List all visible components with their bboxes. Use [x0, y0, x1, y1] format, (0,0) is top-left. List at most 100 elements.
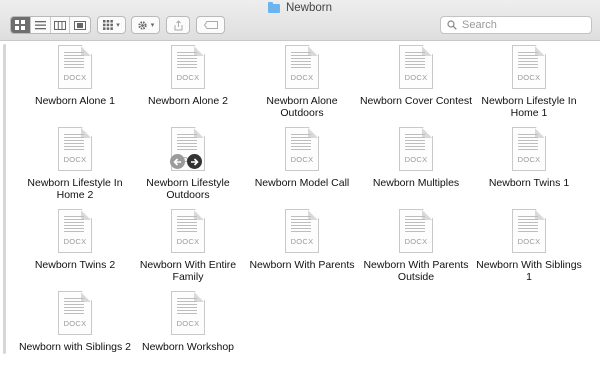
file-extension-label: DOCX [63, 73, 87, 82]
text-lines [64, 298, 84, 314]
columns-icon [53, 20, 66, 30]
file-name: Newborn Alone Outdoors [266, 95, 338, 119]
docx-file-icon: DOCX [285, 127, 319, 171]
docx-file-icon: DOCX [58, 291, 92, 335]
file-item[interactable]: DOCX Newborn Workshop [131, 291, 245, 353]
file-item[interactable]: DOCX Newborn Twins 2 [18, 209, 132, 271]
scrollbar[interactable] [3, 44, 6, 354]
text-lines [291, 134, 311, 150]
action-button[interactable]: ▾ [131, 16, 160, 34]
previous-page-button[interactable] [170, 154, 185, 169]
tag-icon [203, 21, 218, 29]
group-by-button[interactable]: ▾ [97, 16, 126, 34]
file-item[interactable]: DOCX Newborn With Entire Family [131, 209, 245, 283]
text-lines [177, 216, 197, 232]
icon-view-button[interactable] [11, 17, 31, 33]
gallery-view-button[interactable] [70, 17, 90, 33]
text-lines [405, 52, 425, 68]
text-lines [177, 52, 197, 68]
file-item[interactable]: DOCX Newborn Alone 2 [131, 45, 245, 107]
file-extension-label: DOCX [290, 155, 314, 164]
file-name: Newborn Lifestyle Outdoors [146, 177, 230, 201]
view-mode-control [10, 16, 91, 34]
share-icon [174, 19, 182, 30]
window-title-text: Newborn [285, 2, 333, 14]
docx-file-icon: DOCX [512, 45, 546, 89]
file-item[interactable]: DOCX Newborn Multiples [359, 127, 473, 189]
text-lines [518, 216, 538, 232]
docx-file-icon: DOCX [58, 45, 92, 89]
file-extension-label: DOCX [517, 73, 541, 82]
search-field[interactable]: Search [440, 16, 592, 34]
file-name: Newborn With Parents Outside [363, 259, 469, 283]
file-item[interactable]: DOCX Newborn Cover Contest [359, 45, 473, 107]
search-icon [447, 20, 457, 30]
text-lines [177, 134, 197, 150]
docx-file-icon: DOCX [399, 127, 433, 171]
text-lines [518, 134, 538, 150]
file-extension-label: DOCX [517, 237, 541, 246]
file-name: Newborn Alone 2 [148, 95, 228, 107]
docx-file-icon: DOCX [171, 291, 205, 335]
chevron-down-icon: ▾ [116, 22, 120, 29]
file-extension-label: DOCX [404, 73, 428, 82]
file-item[interactable]: DOCX Newborn Model Call [245, 127, 359, 189]
text-lines [405, 216, 425, 232]
docx-file-icon: DOCX [285, 45, 319, 89]
file-name: Newborn with Siblings 2 [18, 341, 132, 353]
file-extension-label: DOCX [176, 73, 200, 82]
gear-icon [138, 20, 147, 30]
file-name: Newborn With Entire Family [139, 259, 237, 283]
list-view-button[interactable] [31, 17, 51, 33]
file-item[interactable]: DOCX Newborn Alone Outdoors [245, 45, 359, 119]
file-name: Newborn Cover Contest [359, 95, 473, 107]
folder-icon [267, 1, 280, 13]
search-placeholder: Search [462, 19, 497, 31]
docx-file-icon: DOCX [171, 209, 205, 253]
file-extension-label: DOCX [290, 237, 314, 246]
text-lines [64, 216, 84, 232]
share-button[interactable] [166, 16, 190, 34]
file-extension-label: DOCX [517, 155, 541, 164]
file-item[interactable]: DOCX Newborn with Siblings 2 [18, 291, 132, 353]
file-item[interactable]: DOCX Newborn With Parents Outside [359, 209, 473, 283]
file-name: Newborn Lifestyle In Home 1 [481, 95, 577, 119]
window-title: Newborn [0, 1, 600, 15]
arrow-left-icon [173, 157, 181, 166]
next-page-button[interactable] [187, 154, 202, 169]
file-item[interactable]: DOCX Newborn With Parents [245, 209, 359, 271]
docx-file-icon: DOCX [512, 209, 546, 253]
finder-window: Newborn ▾ ▾ Search DOCX Newborn Alone 1 … [0, 0, 600, 369]
file-name: Newborn Twins 2 [34, 259, 116, 271]
column-view-button[interactable] [51, 17, 71, 33]
file-name: Newborn Alone 1 [35, 95, 115, 107]
file-name: Newborn Model Call [254, 177, 350, 189]
grid-icon [15, 20, 26, 30]
docx-file-icon: DOCX [399, 45, 433, 89]
file-item[interactable]: DOCX Newborn Lifestyle In Home 1 [472, 45, 586, 119]
file-extension-label: DOCX [63, 155, 87, 164]
docx-file-icon: DOCX [58, 127, 92, 171]
file-item[interactable]: DOCX Newborn Twins 1 [472, 127, 586, 189]
file-extension-label: DOCX [290, 73, 314, 82]
file-extension-label: DOCX [63, 237, 87, 246]
docx-file-icon: DOCX [285, 209, 319, 253]
text-lines [177, 298, 197, 314]
arrow-right-icon [191, 157, 199, 166]
text-lines [405, 134, 425, 150]
quicklook-navigation [170, 154, 202, 169]
file-extension-label: DOCX [404, 237, 428, 246]
file-item[interactable]: DOCX Newborn Alone 1 [18, 45, 132, 107]
file-item[interactable]: DOCX Newborn With Siblings 1 [472, 209, 586, 283]
file-name: Newborn Lifestyle In Home 2 [27, 177, 123, 201]
text-lines [291, 216, 311, 232]
docx-file-icon: DOCX [512, 127, 546, 171]
edit-tags-button[interactable] [196, 16, 225, 34]
file-extension-label: DOCX [176, 237, 200, 246]
file-item[interactable]: DOCX Newborn Lifestyle In Home 2 [18, 127, 132, 201]
text-lines [64, 134, 84, 150]
chevron-down-icon: ▾ [150, 22, 155, 29]
file-name: Newborn With Siblings 1 [476, 259, 582, 283]
file-name: Newborn Twins 1 [488, 177, 570, 189]
grid-icon [103, 20, 114, 30]
